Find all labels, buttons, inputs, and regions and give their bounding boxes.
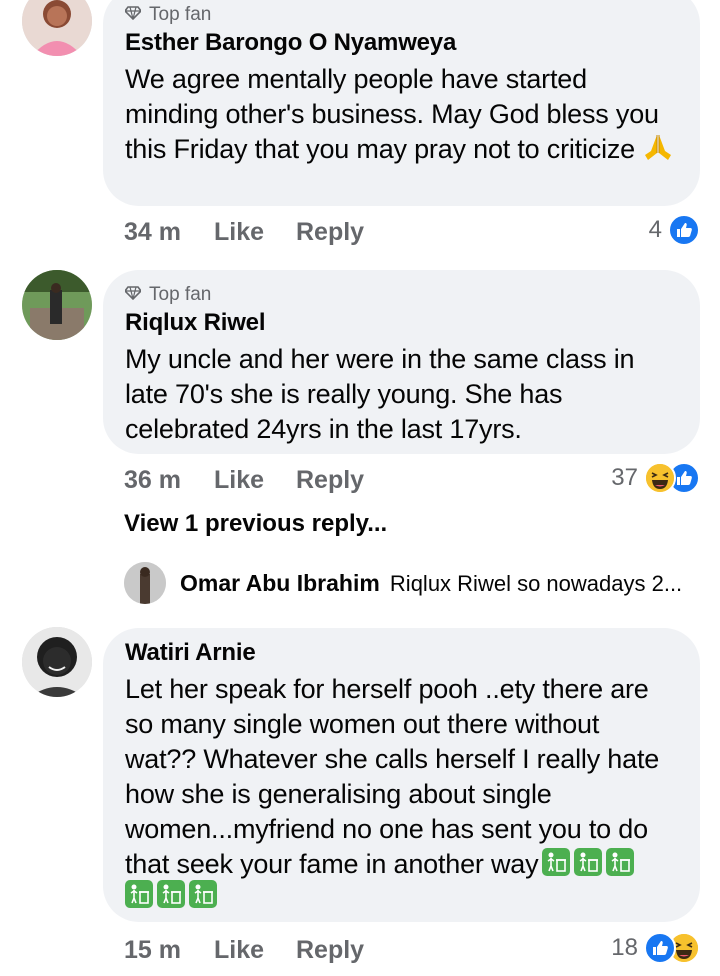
reaction-count: 18: [611, 934, 638, 961]
comment-bubble: Watiri Arnie Let her speak for herself p…: [103, 628, 700, 922]
reply-preview-text: Omar Abu Ibrahim Riqlux Riwel so nowaday…: [180, 570, 682, 597]
like-button[interactable]: Like: [214, 466, 296, 495]
reaction-summary[interactable]: 4: [649, 212, 700, 248]
reaction-summary[interactable]: 18: [611, 930, 700, 966]
diamond-icon: [123, 284, 143, 306]
like-button[interactable]: Like: [214, 218, 296, 247]
like-button[interactable]: Like: [214, 936, 296, 965]
timestamp[interactable]: 34 m: [124, 218, 214, 247]
author-name[interactable]: Esther Barongo O Nyamweya: [125, 28, 676, 58]
avatar[interactable]: [124, 562, 166, 604]
like-reaction-icon: [644, 932, 676, 964]
reaction-summary[interactable]: 37: [611, 460, 700, 496]
litter-bin-emoji-icon: [542, 847, 571, 876]
top-fan-badge: Top fan: [123, 282, 676, 308]
comment-bubble: Top fan Riqlux Riwel My uncle and her we…: [103, 270, 700, 454]
avatar[interactable]: [22, 0, 92, 56]
comment-actions: 34 m Like Reply: [124, 214, 364, 250]
litter-bin-emoji-icon: [189, 880, 217, 908]
comment-text: Let her speak for herself pooh ..ety the…: [125, 672, 676, 882]
reply-button[interactable]: Reply: [296, 466, 364, 495]
folded-hands-icon: [642, 133, 674, 161]
litter-bin-emoji-icon: [157, 880, 185, 908]
reaction-count: 37: [611, 464, 638, 491]
author-name[interactable]: Riqlux Riwel: [125, 308, 676, 338]
author-name[interactable]: Watiri Arnie: [125, 638, 676, 668]
badge-label: Top fan: [149, 284, 212, 305]
reply-preview[interactable]: Omar Abu Ibrahim Riqlux Riwel so nowaday…: [124, 562, 704, 606]
litter-bin-emoji-icon: [606, 847, 635, 876]
timestamp[interactable]: 36 m: [124, 466, 214, 495]
reaction-count: 4: [648, 216, 662, 243]
comment-text: My uncle and her were in the same class …: [125, 344, 635, 444]
litter-bin-emoji-icon: [125, 880, 153, 908]
comment-bubble: Top fan Esther Barongo O Nyamweya We agr…: [103, 0, 700, 206]
comment-body: We agree mentally people have started mi…: [125, 64, 659, 164]
emoji-row: [125, 880, 676, 912]
reply-button[interactable]: Reply: [296, 218, 364, 247]
reply-author[interactable]: Omar Abu Ibrahim: [180, 570, 380, 596]
avatar[interactable]: [22, 270, 92, 340]
like-reaction-icon: [668, 214, 700, 246]
badge-label: Top fan: [149, 4, 212, 25]
comment-actions: 15 m Like Reply: [124, 932, 364, 968]
timestamp[interactable]: 15 m: [124, 936, 214, 965]
comment-text: We agree mentally people have started mi…: [125, 62, 676, 167]
diamond-icon: [123, 4, 143, 26]
top-fan-badge: Top fan: [123, 2, 676, 28]
comment-actions: 36 m Like Reply: [124, 462, 364, 498]
reply-button[interactable]: Reply: [296, 936, 364, 965]
avatar[interactable]: [22, 627, 92, 697]
view-previous-replies-link[interactable]: View 1 previous reply...: [124, 510, 387, 538]
haha-reaction-icon: [644, 462, 676, 494]
litter-bin-emoji-icon: [574, 847, 603, 876]
reply-snippet: Riqlux Riwel so nowadays 2...: [389, 571, 683, 596]
